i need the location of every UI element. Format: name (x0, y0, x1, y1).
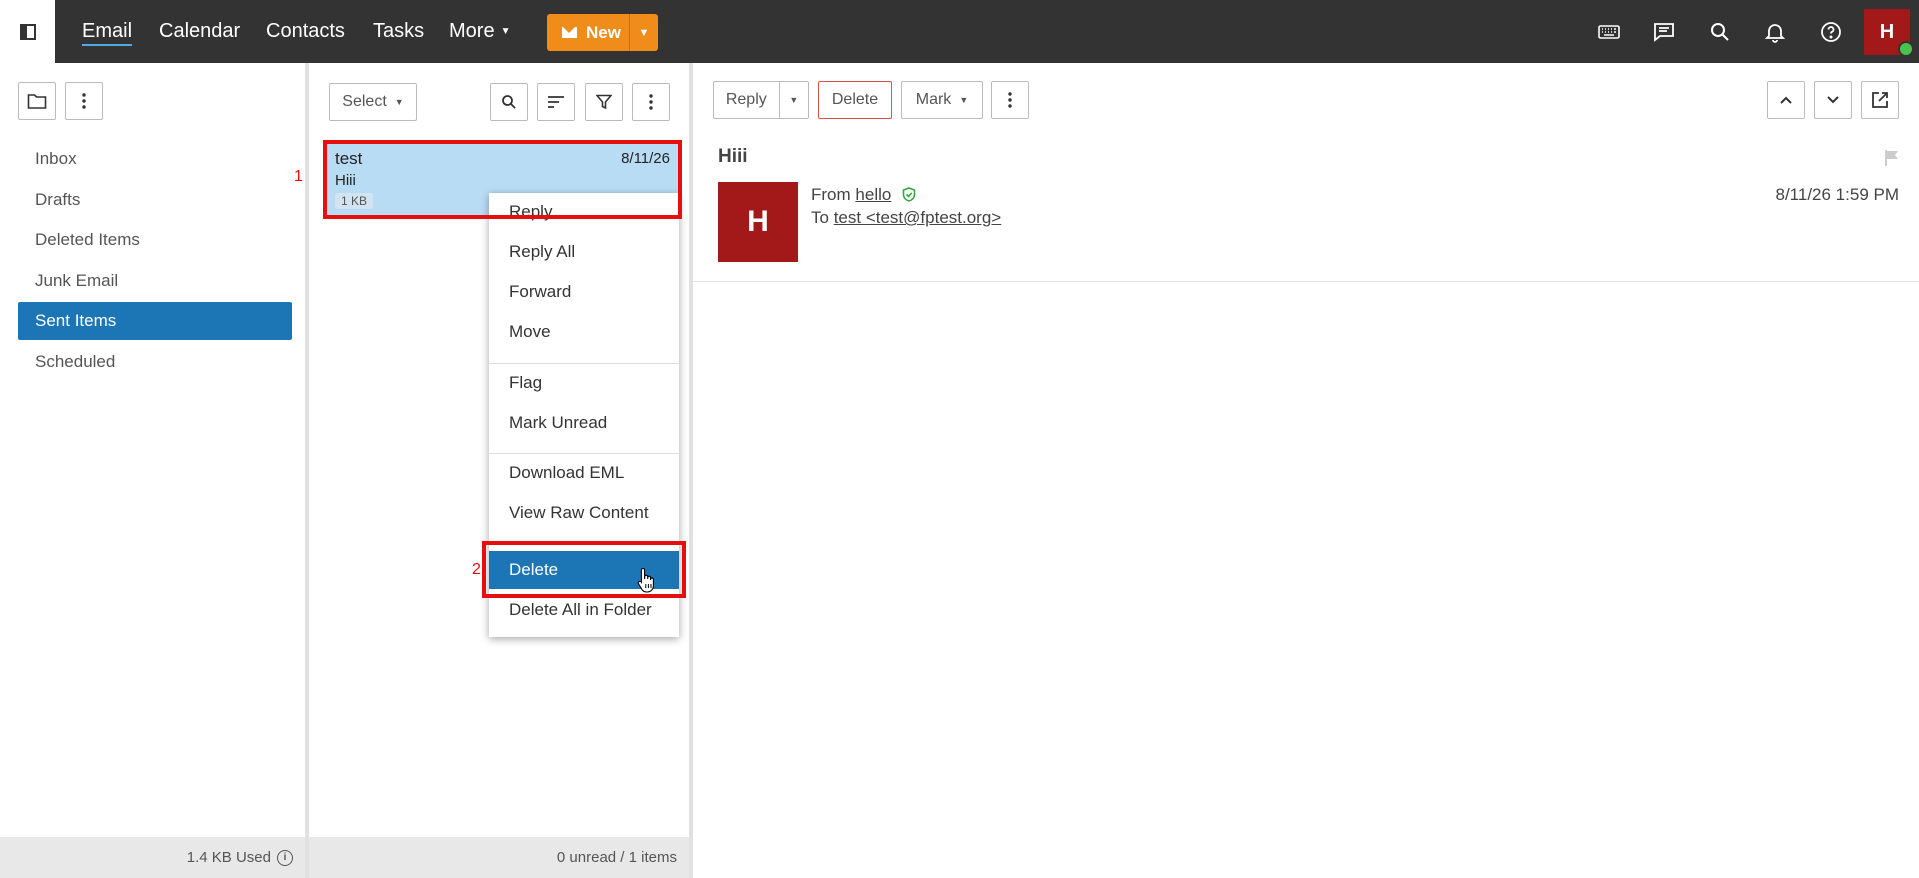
new-button-label: New (586, 22, 621, 42)
message-datetime: 8/11/26 1:59 PM (1775, 185, 1900, 204)
external-link-icon (1872, 92, 1888, 108)
hand-cursor-icon (637, 567, 654, 593)
more-vertical-icon (649, 94, 653, 110)
delete-button-label: Delete (831, 91, 879, 108)
chevron-down-icon: ▼ (500, 26, 511, 37)
message-count: 0 unread / 1 items (556, 849, 677, 866)
bell-icon[interactable] (1762, 19, 1788, 45)
more-vertical-icon (1008, 92, 1012, 108)
nav-more-label: More (449, 20, 495, 42)
sidebar-toggle-button[interactable] (0, 0, 55, 63)
envelope-icon (562, 27, 577, 38)
chevron-down-icon (1827, 96, 1839, 104)
filter-icon (596, 94, 612, 110)
mark-dropdown[interactable]: Mark ▼ (901, 81, 983, 119)
top-navigation-bar: Email Calendar Contacts Tasks More ▼ New … (0, 0, 1919, 63)
select-dropdown[interactable]: Select ▼ (329, 83, 417, 121)
menu-item-flag[interactable]: Flag (489, 364, 679, 402)
nav-contacts[interactable]: Contacts (266, 20, 345, 43)
menu-item-reply-all[interactable]: Reply All (489, 233, 679, 271)
annotation-number-1: 1 (294, 168, 303, 185)
folder-more-button[interactable] (65, 82, 103, 120)
nav-more[interactable]: More ▼ (449, 20, 510, 43)
folder-drafts[interactable]: Drafts (18, 181, 292, 219)
next-message-button[interactable] (1814, 81, 1852, 119)
help-icon[interactable] (1818, 19, 1844, 45)
search-icon (502, 95, 516, 109)
new-dropdown-button[interactable]: ▼ (629, 14, 658, 51)
annotation-number-2: 2 (472, 561, 481, 578)
nav-calendar[interactable]: Calendar (159, 20, 240, 43)
message-subject-heading: Hiii (718, 146, 748, 167)
nav-tasks[interactable]: Tasks (373, 20, 424, 43)
pop-out-button[interactable] (1861, 81, 1899, 119)
menu-item-forward[interactable]: Forward (489, 273, 679, 311)
folder-pane: Inbox Drafts Deleted Items Junk Email Se… (0, 63, 309, 878)
reply-dropdown-button[interactable]: ▼ (778, 82, 808, 118)
storage-footer: 1.4 KB Used i (0, 837, 305, 878)
folder-button[interactable] (18, 82, 56, 120)
delete-button[interactable]: Delete (818, 81, 892, 119)
sort-icon (548, 96, 564, 108)
header-divider (693, 281, 1919, 282)
chevron-up-icon (1780, 96, 1792, 104)
filter-button[interactable] (585, 83, 623, 121)
message-count-footer: 0 unread / 1 items (309, 837, 689, 878)
folder-inbox[interactable]: Inbox (18, 140, 292, 178)
menu-item-download-eml[interactable]: Download EML (489, 454, 679, 492)
folder-sent-items[interactable]: Sent Items (18, 302, 292, 340)
reply-button-group: Reply ▼ (713, 81, 809, 119)
reply-button[interactable]: Reply (714, 91, 779, 109)
sender-initial: H (747, 205, 769, 238)
menu-item-view-raw-content[interactable]: View Raw Content (489, 494, 679, 532)
online-status-indicator (1898, 41, 1914, 57)
storage-used: 1.4 KB Used (186, 849, 271, 866)
chat-icon[interactable] (1651, 19, 1677, 45)
chevron-down-icon: ▼ (959, 95, 969, 105)
sender-avatar: H (718, 182, 798, 262)
sort-button[interactable] (537, 83, 575, 121)
folder-scheduled[interactable]: Scheduled (18, 343, 292, 381)
reading-more-button[interactable] (991, 81, 1029, 119)
keyboard-icon[interactable] (1596, 19, 1622, 45)
from-label: From (811, 185, 851, 204)
user-initial: H (1879, 20, 1895, 43)
from-name-link[interactable]: hello (855, 185, 891, 204)
nav-email[interactable]: Email (82, 20, 133, 46)
folder-deleted-items[interactable]: Deleted Items (18, 221, 292, 259)
menu-item-move[interactable]: Move (489, 313, 679, 351)
user-avatar[interactable]: H (1864, 9, 1914, 57)
info-icon[interactable]: i (277, 849, 293, 866)
select-label: Select (342, 93, 387, 110)
search-icon[interactable] (1707, 19, 1733, 45)
chevron-down-icon: ▼ (394, 97, 404, 107)
annotation-highlight-1 (323, 140, 682, 219)
reading-pane: Reply ▼ Delete Mark ▼ Hiii H From hello T… (693, 63, 1919, 878)
list-more-button[interactable] (632, 83, 670, 121)
to-label: To (811, 208, 829, 227)
list-search-button[interactable] (490, 83, 528, 121)
sidebar-toggle-icon (19, 23, 36, 40)
new-button[interactable]: New ▼ (547, 14, 658, 51)
folder-junk-email[interactable]: Junk Email (18, 262, 292, 300)
to-line: To test <test@fptest.org> (811, 208, 1001, 228)
to-address-link[interactable]: test <test@fptest.org> (834, 208, 1002, 227)
more-vertical-icon (82, 93, 86, 109)
from-line: From hello (811, 185, 916, 205)
verified-shield-icon (902, 187, 916, 202)
folder-icon (27, 94, 47, 109)
menu-item-mark-unread[interactable]: Mark Unread (489, 404, 679, 442)
mark-label: Mark (915, 91, 952, 108)
previous-message-button[interactable] (1767, 81, 1805, 119)
flag-icon[interactable] (1883, 149, 1901, 167)
